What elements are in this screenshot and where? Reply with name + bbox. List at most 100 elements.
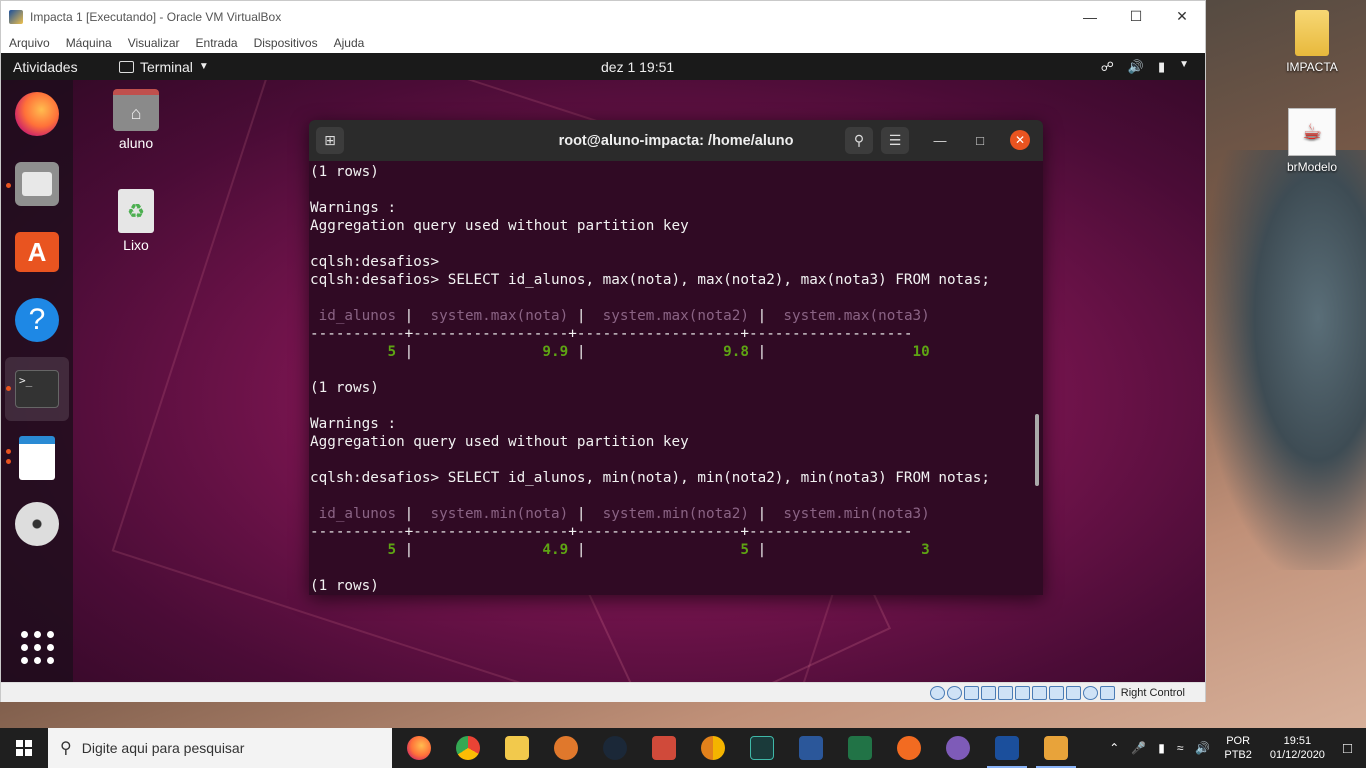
mouse-integration-icon[interactable] <box>1082 685 1098 700</box>
taskbar-file-explorer[interactable] <box>505 736 529 760</box>
usb-icon[interactable] <box>997 685 1013 700</box>
network-icon[interactable] <box>980 685 996 700</box>
hard-disk-icon[interactable] <box>929 685 945 700</box>
disc-icon <box>15 502 59 546</box>
notification-icon[interactable]: □ <box>1335 740 1366 757</box>
terminal-output[interactable]: (1 rows) Warnings : Aggregation query used… <box>309 161 1043 595</box>
taskbar-virtualbox[interactable] <box>987 736 1027 768</box>
activities-button[interactable]: Atividades <box>1 59 106 75</box>
app-menu[interactable]: Terminal ▼ <box>119 59 209 75</box>
host-key-label: Right Control <box>1120 686 1185 699</box>
guest-desktop-icon-aluno[interactable]: ⌂ aluno <box>101 89 171 151</box>
start-button[interactable] <box>0 728 48 768</box>
desktop-icon-brmodelo[interactable]: ☕ brModelo <box>1277 108 1347 174</box>
system-tray: ⌃ 🎤 ▮ ≈ 🔊 POR PTB2 19:51 01/12/2020 □ <box>1103 728 1366 768</box>
keyboard-icon[interactable] <box>1099 685 1115 700</box>
system-tray[interactable]: ☍ 🔊 ▮ ▼ <box>1101 59 1189 75</box>
vbox-menubar: Arquivo Máquina Visualizar Entrada Dispo… <box>1 32 1205 53</box>
audio-icon[interactable] <box>963 685 979 700</box>
volume-icon[interactable]: 🔊 <box>1189 741 1216 755</box>
terminal-line: (1 rows) <box>310 578 379 594</box>
running-indicator <box>6 183 11 188</box>
minimize-button[interactable]: — <box>930 130 950 150</box>
terminal-line: Warnings : <box>310 416 397 432</box>
menu-button[interactable]: ☰ <box>881 127 909 154</box>
close-button[interactable]: ✕ <box>1159 1 1205 32</box>
taskbar-search[interactable]: ⚲ Digite aqui para pesquisar <box>48 728 392 768</box>
wifi-icon[interactable]: ≈ <box>1171 741 1190 755</box>
terminal-line: Aggregation query used without partition… <box>310 218 689 234</box>
battery-icon[interactable]: ▮ <box>1152 741 1171 755</box>
taskbar-time: 19:51 <box>1283 735 1312 747</box>
chevron-up-icon[interactable]: ⌃ <box>1103 741 1125 755</box>
firefox-icon <box>15 92 59 136</box>
terminal-line: Warnings : <box>310 200 397 216</box>
taskbar-chrome-canary[interactable] <box>701 736 725 760</box>
terminal-headerbar: ⊞ root@aluno-impacta: /home/aluno ⚲ ☰ — … <box>309 120 1043 161</box>
windows-logo-icon <box>16 740 32 756</box>
trash-icon: ♻ <box>118 189 154 233</box>
terminal-line: (1 rows) <box>310 164 379 180</box>
menu-entrada[interactable]: Entrada <box>196 36 238 50</box>
menu-dispositivos[interactable]: Dispositivos <box>254 36 318 50</box>
terminal-line: -----------+------------------+---------… <box>310 524 913 540</box>
minimize-button[interactable]: — <box>1067 1 1113 32</box>
terminal-window[interactable]: ⊞ root@aluno-impacta: /home/aluno ⚲ ☰ — … <box>309 120 1043 595</box>
cell-value: 9.9 <box>421 344 569 360</box>
dock-disc[interactable] <box>13 500 61 548</box>
window-controls: — ☐ ✕ <box>1067 1 1205 32</box>
search-button[interactable]: ⚲ <box>845 127 873 154</box>
column-header: id_alunos <box>310 308 397 324</box>
menu-ajuda[interactable]: Ajuda <box>334 36 365 50</box>
menu-arquivo[interactable]: Arquivo <box>9 36 50 50</box>
guest-screen[interactable]: Atividades Terminal ▼ dez 1 19:51 ☍ 🔊 ▮ … <box>1 53 1205 682</box>
guest-desktop-icon-lixo[interactable]: ♻ Lixo <box>101 189 171 253</box>
show-applications-button[interactable] <box>21 631 54 664</box>
taskbar-app-orange[interactable] <box>897 736 921 760</box>
dock-firefox[interactable] <box>13 90 61 138</box>
taskbar-app-hand[interactable] <box>554 736 578 760</box>
desktop-icon-label: Lixo <box>123 237 149 253</box>
home-folder-icon: ⌂ <box>113 89 159 131</box>
desktop-icon-label: IMPACTA <box>1286 60 1338 74</box>
taskbar-word[interactable] <box>799 736 823 760</box>
taskbar-steam[interactable] <box>603 736 627 760</box>
terminal-icon: >_ <box>15 370 59 408</box>
maximize-button[interactable]: □ <box>970 130 990 150</box>
taskbar-app-purple[interactable] <box>946 736 970 760</box>
menu-maquina[interactable]: Máquina <box>66 36 112 50</box>
taskbar-excel[interactable] <box>848 736 872 760</box>
dock-writer[interactable] <box>13 434 61 482</box>
shared-folders-icon[interactable] <box>1014 685 1030 700</box>
menu-visualizar[interactable]: Visualizar <box>128 36 180 50</box>
dock-help[interactable]: ? <box>13 296 61 344</box>
language-indicator[interactable]: POR PTB2 <box>1216 734 1260 762</box>
dock-terminal[interactable]: >_ <box>5 357 69 421</box>
taskbar-app-red[interactable] <box>652 736 676 760</box>
column-header: system.min(nota) <box>421 506 569 522</box>
vbox-statusbar: Right Control <box>1 682 1205 702</box>
recording-icon[interactable] <box>1048 685 1064 700</box>
new-tab-button[interactable]: ⊞ <box>316 127 344 154</box>
display-icon[interactable] <box>1031 685 1047 700</box>
taskbar-app-active[interactable] <box>1036 736 1076 768</box>
clock[interactable]: dez 1 19:51 <box>601 59 674 75</box>
taskbar-firefox[interactable] <box>407 736 431 760</box>
taskbar-chrome[interactable] <box>456 736 480 760</box>
optical-drive-icon[interactable] <box>946 685 962 700</box>
taskbar-clock[interactable]: 19:51 01/12/2020 <box>1260 734 1335 762</box>
microphone-icon[interactable]: 🎤 <box>1125 741 1152 755</box>
virtualbox-logo-icon <box>9 9 23 24</box>
desktop-icon-impacta[interactable]: IMPACTA <box>1277 10 1347 74</box>
java-icon: ☕ <box>1288 108 1336 156</box>
close-button[interactable]: ✕ <box>1010 130 1030 150</box>
taskbar-app-teal[interactable] <box>750 736 774 760</box>
dock-software[interactable]: A <box>13 228 61 276</box>
vt-x-icon[interactable] <box>1065 685 1081 700</box>
help-icon: ? <box>15 298 59 342</box>
scrollbar[interactable] <box>1035 414 1039 486</box>
maximize-button[interactable]: ☐ <box>1113 1 1159 32</box>
dock-files[interactable] <box>13 160 61 208</box>
